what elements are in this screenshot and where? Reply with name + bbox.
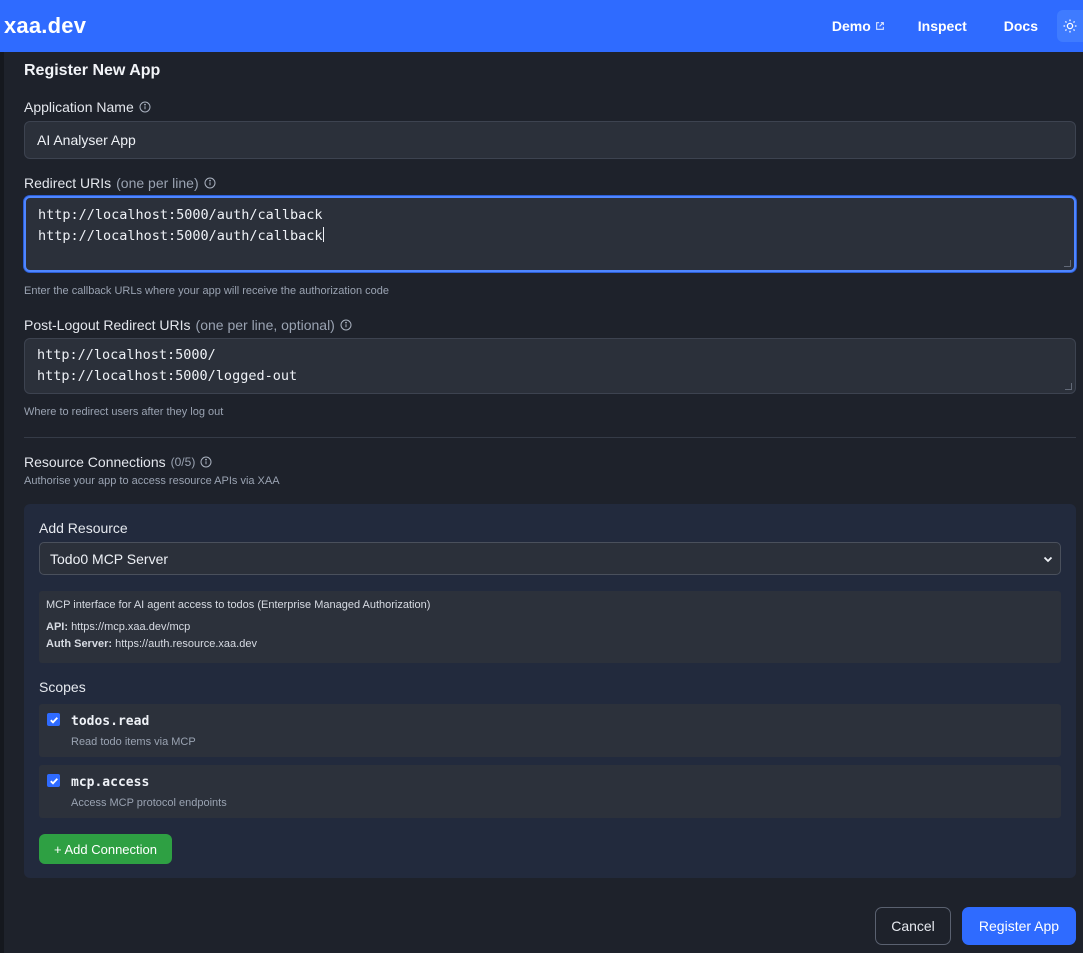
resource-connections-label: Resource Connections (0/5): [24, 454, 212, 470]
register-app-button[interactable]: Register App: [962, 907, 1076, 945]
external-link-icon: [875, 22, 884, 30]
resource-connections-subtitle: Authorise your app to access resource AP…: [24, 475, 280, 487]
cancel-button[interactable]: Cancel: [875, 907, 951, 945]
app-name-label: Application Name: [24, 99, 151, 115]
text-caret: [323, 227, 325, 242]
resource-description-box: MCP interface for AI agent access to tod…: [39, 591, 1061, 663]
post-logout-textarea[interactable]: http://localhost:5000/ http://localhost:…: [24, 338, 1076, 394]
scope-description: Access MCP protocol endpoints: [71, 797, 227, 809]
post-logout-uri-line: http://localhost:5000/logged-out: [37, 368, 298, 384]
nav-link-docs[interactable]: Docs: [1004, 18, 1038, 34]
post-logout-label-text: Post-Logout Redirect URIs: [24, 317, 191, 333]
app-name-input[interactable]: AI Analyser App: [24, 121, 1076, 159]
brand-logo[interactable]: xaa.dev: [4, 13, 86, 39]
nav-link-inspect[interactable]: Inspect: [918, 18, 967, 34]
info-icon[interactable]: [204, 177, 216, 189]
add-resource-title: Add Resource: [39, 520, 128, 536]
nav-link-demo-label: Demo: [831, 18, 871, 34]
scope-item-mcp-access[interactable]: mcp.access Access MCP protocol endpoints: [39, 765, 1061, 818]
app-name-value: AI Analyser App: [37, 132, 136, 148]
resource-auth-row: Auth Server: https://auth.resource.xaa.d…: [46, 638, 1054, 651]
resize-handle[interactable]: [1064, 260, 1071, 267]
post-logout-help: Where to redirect users after they log o…: [24, 406, 224, 418]
page-title: Register New App: [24, 62, 161, 79]
info-icon[interactable]: [340, 319, 352, 331]
left-edge: [0, 52, 4, 953]
resource-api-value: https://mcp.xaa.dev/mcp: [71, 621, 191, 633]
redirect-uris-label: Redirect URIs (one per line): [24, 175, 216, 191]
redirect-uri-line-text: http://localhost:5000/auth/callback: [38, 228, 323, 244]
add-resource-panel: Add Resource Todo0 MCP Server MCP interf…: [24, 504, 1076, 878]
redirect-uris-textarea[interactable]: http://localhost:5000/auth/callback http…: [24, 196, 1076, 272]
scope-checkbox[interactable]: [47, 713, 60, 726]
nav-links: Demo Inspect Docs: [832, 0, 1083, 52]
info-icon[interactable]: [139, 101, 151, 113]
redirect-uris-help: Enter the callback URLs where your app w…: [24, 285, 390, 297]
info-icon[interactable]: [200, 456, 212, 468]
resource-description: MCP interface for AI agent access to tod…: [46, 599, 431, 611]
redirect-uris-hint: (one per line): [116, 175, 199, 191]
scope-description: Read todo items via MCP: [71, 736, 196, 748]
resize-handle[interactable]: [1065, 383, 1072, 390]
resource-connections-count: (0/5): [170, 455, 196, 469]
resource-select-value: Todo0 MCP Server: [50, 550, 169, 567]
scope-checkbox[interactable]: [47, 774, 60, 787]
resource-connections-label-text: Resource Connections: [24, 454, 166, 470]
checkmark-icon: [49, 777, 58, 785]
scope-item-todos-read[interactable]: todos.read Read todo items via MCP: [39, 704, 1061, 757]
post-logout-uri-line: http://localhost:5000/: [37, 347, 216, 363]
redirect-uris-label-text: Redirect URIs: [24, 175, 112, 191]
scopes-title: Scopes: [39, 679, 86, 695]
app-name-label-text: Application Name: [24, 99, 134, 115]
resource-api-label: API:: [46, 621, 68, 633]
scope-name: todos.read: [71, 714, 150, 729]
resource-auth-label: Auth Server:: [46, 638, 113, 650]
resource-select[interactable]: Todo0 MCP Server: [39, 542, 1061, 575]
add-connection-button[interactable]: + Add Connection: [39, 834, 172, 864]
scope-name: mcp.access: [71, 775, 150, 790]
theme-toggle-button[interactable]: [1057, 10, 1083, 42]
post-logout-hint: (one per line, optional): [195, 317, 335, 333]
redirect-uri-line: http://localhost:5000/auth/callback: [38, 226, 1062, 247]
chevron-down-icon: [1043, 556, 1053, 563]
resource-auth-value: https://auth.resource.xaa.dev: [115, 638, 257, 650]
top-navbar: xaa.dev Demo Inspect Docs: [0, 0, 1083, 52]
post-logout-label: Post-Logout Redirect URIs (one per line,…: [24, 317, 352, 333]
resource-api-row: API: https://mcp.xaa.dev/mcp: [46, 621, 1054, 634]
section-divider: [24, 437, 1076, 438]
redirect-uri-line: http://localhost:5000/auth/callback: [38, 207, 323, 223]
sun-icon: [1063, 19, 1077, 33]
checkmark-icon: [49, 716, 58, 724]
nav-link-demo[interactable]: Demo: [832, 18, 885, 34]
